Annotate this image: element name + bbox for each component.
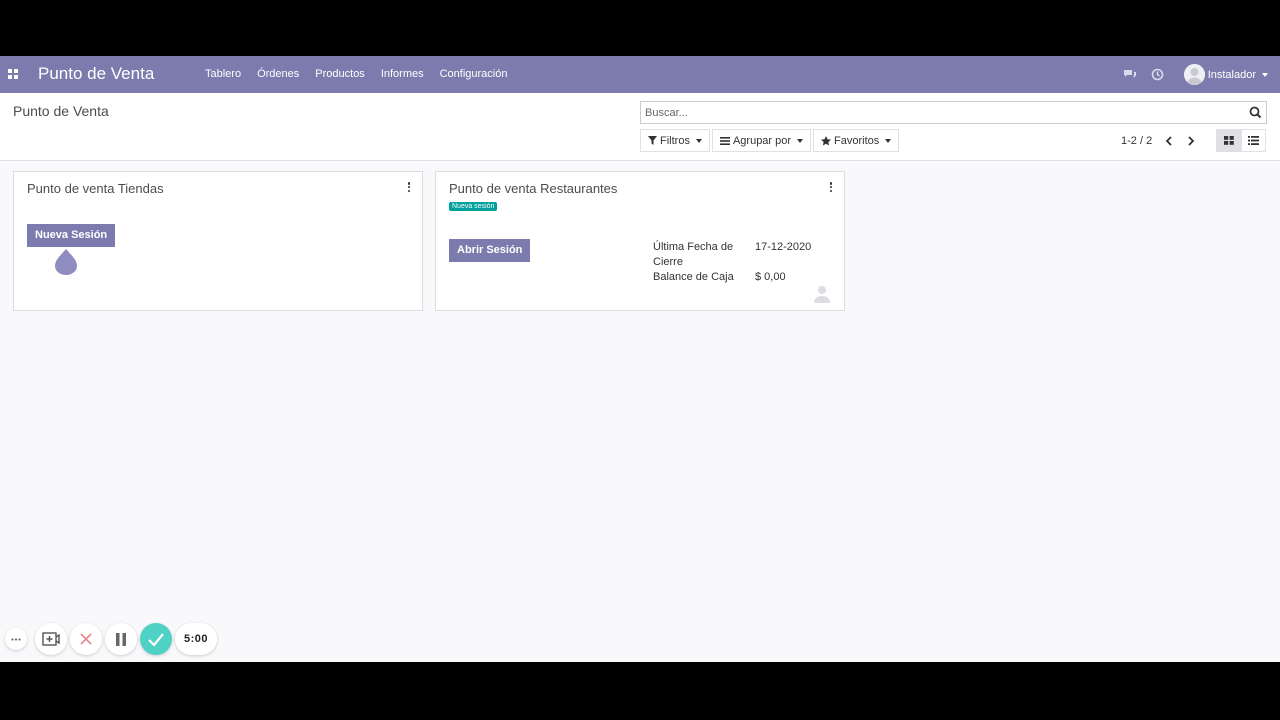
recording-timer: 5:00 xyxy=(175,623,217,655)
chevron-right-icon xyxy=(1188,136,1195,146)
last-closing-date-label: Última Fecha de Cierre xyxy=(653,241,734,268)
favorites-button[interactable]: Favoritos xyxy=(813,129,900,152)
filters-label: Filtros xyxy=(660,134,690,147)
status-badge: Nueva sesión xyxy=(449,202,498,211)
group-by-button[interactable]: Agrupar por xyxy=(711,129,812,152)
last-closing-date-value: 17-12-2020 xyxy=(755,241,812,253)
camera-icon xyxy=(42,632,60,646)
app-title[interactable]: Punto de Venta xyxy=(38,64,154,84)
list-icon xyxy=(1248,136,1259,145)
user-menu[interactable]: Instalador xyxy=(1183,64,1268,85)
bars-icon xyxy=(719,136,730,145)
finish-recording-button[interactable] xyxy=(140,623,172,655)
navbar-systray: Instalador xyxy=(1116,56,1268,93)
search-icon[interactable] xyxy=(1249,106,1262,119)
chevron-down-icon xyxy=(885,138,892,143)
pos-card-tiendas: Punto de venta Tiendas Nueva Sesión xyxy=(13,171,423,311)
search-input[interactable] xyxy=(645,102,1235,123)
pager-previous-button[interactable] xyxy=(1162,133,1176,149)
chevron-down-icon xyxy=(695,138,702,143)
pause-button[interactable] xyxy=(105,623,137,655)
pager-value[interactable]: 1-2 / 2 xyxy=(1121,135,1152,147)
menu-item-productos[interactable]: Productos xyxy=(307,56,373,93)
pos-app: Punto de Venta Tablero Órdenes Productos… xyxy=(0,56,1280,662)
more-options-button[interactable] xyxy=(5,628,27,650)
pager-next-button[interactable] xyxy=(1184,133,1198,149)
drop-icon xyxy=(54,249,78,275)
view-switcher xyxy=(1216,129,1266,152)
favorites-label: Favoritos xyxy=(834,134,880,147)
filter-icon xyxy=(648,136,657,145)
recording-toolbar: 5:00 xyxy=(5,623,217,655)
close-icon xyxy=(80,633,92,645)
new-session-button[interactable]: Nueva Sesión xyxy=(27,224,116,247)
menu-item-configuracion[interactable]: Configuración xyxy=(432,56,516,93)
user-name: Instalador xyxy=(1207,68,1256,81)
menu-item-tablero[interactable]: Tablero xyxy=(197,56,249,93)
kanban-icon xyxy=(1223,136,1234,145)
star-icon xyxy=(821,135,832,146)
cash-balance-value: $ 0,00 xyxy=(755,271,786,283)
card-menu-icon[interactable] xyxy=(828,181,834,193)
list-view-button[interactable] xyxy=(1241,129,1266,152)
group-by-label: Agrupar por xyxy=(732,134,792,147)
card-menu-icon[interactable] xyxy=(406,181,412,193)
apps-menu-icon[interactable] xyxy=(8,69,18,79)
discard-button[interactable] xyxy=(70,623,102,655)
menu-item-ordenes[interactable]: Órdenes xyxy=(249,56,307,93)
avatar xyxy=(1183,64,1205,85)
kanban-view-button[interactable] xyxy=(1216,129,1241,152)
top-navbar: Punto de Venta Tablero Órdenes Productos… xyxy=(0,56,1280,93)
cash-balance-label: Balance de Caja xyxy=(653,271,734,283)
chat-icon[interactable] xyxy=(1123,68,1137,82)
clock-icon[interactable] xyxy=(1151,68,1165,82)
search-options: Filtros Agrupar por Favoritos xyxy=(640,129,901,152)
pause-icon xyxy=(116,632,126,646)
check-icon xyxy=(148,632,164,646)
control-panel: Punto de Venta Filtros Agrupar por xyxy=(0,93,1280,161)
card-title: Punto de venta Tiendas xyxy=(27,181,164,196)
filters-button[interactable]: Filtros xyxy=(640,129,710,152)
chevron-down-icon xyxy=(1262,72,1268,77)
breadcrumb: Punto de Venta xyxy=(13,103,109,119)
ellipsis-icon xyxy=(11,638,21,640)
camera-toggle-button[interactable] xyxy=(35,623,67,655)
open-session-button[interactable]: Abrir Sesión xyxy=(449,239,531,262)
search-box xyxy=(640,101,1267,124)
pos-card-restaurantes: Punto de venta Restaurantes Nueva sesión… xyxy=(435,171,845,311)
card-title: Punto de venta Restaurantes xyxy=(449,181,618,196)
chevron-down-icon xyxy=(797,138,804,143)
chevron-left-icon xyxy=(1165,136,1172,146)
user-icon xyxy=(812,285,832,303)
main-menu: Tablero Órdenes Productos Informes Confi… xyxy=(197,56,515,93)
menu-item-informes[interactable]: Informes xyxy=(373,56,432,93)
